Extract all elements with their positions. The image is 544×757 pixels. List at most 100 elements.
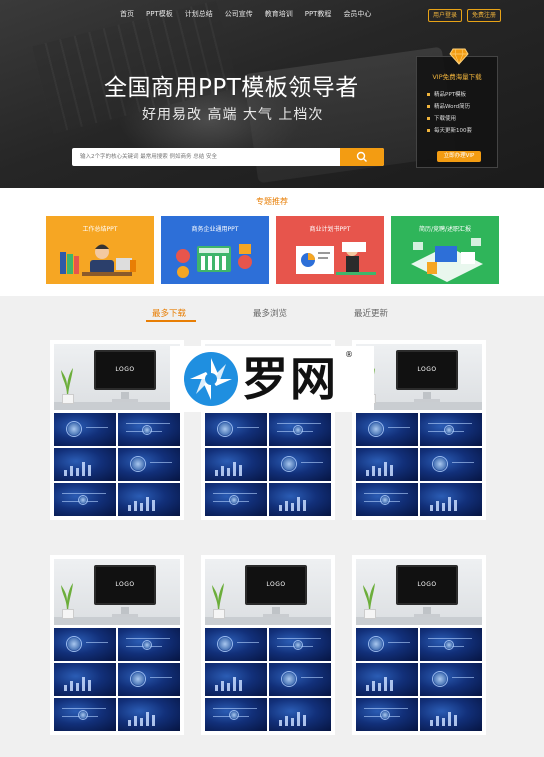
bullet-icon	[427, 104, 430, 108]
hero-title: 全国商用PPT模板领导者	[104, 75, 359, 101]
slide-preview	[205, 483, 267, 516]
monitor: LOGO	[396, 565, 458, 605]
active-tab-underline	[146, 320, 196, 322]
tab-most-downloaded[interactable]: 最多下载	[152, 307, 186, 319]
slide-preview	[205, 413, 267, 446]
slide-preview	[356, 483, 418, 516]
topic-resume-report[interactable]: 简历/竞聘/述职汇报	[391, 216, 499, 284]
slide-preview	[205, 448, 267, 481]
template-card[interactable]: LOGO	[352, 555, 486, 735]
slide-previews	[205, 413, 331, 516]
template-cover-thumbnail: LOGO	[54, 344, 180, 410]
plant-icon	[363, 583, 375, 611]
topics-title: 专题推荐	[256, 197, 288, 206]
topic-business-plan[interactable]: 商业计划书PPT	[276, 216, 384, 284]
template-card[interactable]: LOGO	[50, 555, 184, 735]
vip-apply-button[interactable]: 立即办理VIP	[437, 151, 481, 162]
nav-ppt-templates[interactable]: PPT模板	[146, 9, 173, 19]
slide-preview	[269, 628, 331, 661]
slide-previews	[54, 628, 180, 731]
template-cover-thumbnail: LOGO	[54, 559, 180, 625]
template-card[interactable]: LOGO	[50, 340, 184, 520]
aperture-logo-icon	[184, 352, 238, 406]
slide-preview	[205, 698, 267, 731]
template-cover-thumbnail: LOGO	[205, 559, 331, 625]
vip-card: VIP免费海量下载 精品PPT模板 精品Word简历 下载使用 每天更新100套…	[416, 48, 498, 168]
login-button[interactable]: 用户登录	[428, 9, 463, 22]
logo-placeholder: LOGO	[417, 581, 437, 588]
plant-pot	[213, 609, 225, 619]
logo-placeholder: LOGO	[115, 366, 135, 373]
slide-preview	[54, 483, 116, 516]
registered-mark: ®	[345, 350, 353, 359]
plant-icon	[61, 583, 73, 611]
nav-education[interactable]: 教育培训	[265, 9, 293, 19]
plant-pot	[364, 609, 376, 619]
nav-plan-summary[interactable]: 计划总结	[185, 9, 213, 19]
slide-preview	[54, 698, 116, 731]
slide-preview	[356, 663, 418, 696]
watermark: 罗网 ®	[170, 346, 374, 412]
monitor-base	[112, 399, 138, 402]
slide-preview	[269, 448, 331, 481]
slide-preview	[420, 663, 482, 696]
tab-recently-updated[interactable]: 最近更新	[354, 307, 388, 319]
slide-preview	[118, 483, 180, 516]
presenter-illustration	[296, 242, 376, 275]
slide-preview	[420, 628, 482, 661]
slide-preview	[420, 483, 482, 516]
slide-preview	[54, 448, 116, 481]
slide-preview	[269, 698, 331, 731]
slide-preview	[54, 413, 116, 446]
slide-preview	[118, 663, 180, 696]
vip-benefits: 精品PPT模板 精品Word简历 下载使用 每天更新100套	[427, 88, 472, 136]
nav-ppt-tutorial[interactable]: PPT教程	[305, 9, 332, 19]
search-button[interactable]	[340, 148, 384, 166]
nav-company-promo[interactable]: 公司宣传	[225, 9, 253, 19]
nav-home[interactable]: 首页	[120, 9, 134, 19]
slide-preview	[420, 698, 482, 731]
slide-preview	[356, 448, 418, 481]
slide-preview	[420, 448, 482, 481]
hero-banner: 首页 PPT模板 计划总结 公司宣传 教育培训 PPT教程 会员中心 用户登录 …	[0, 0, 544, 188]
vip-title: VIP免费海量下载	[432, 73, 482, 81]
bullet-icon	[427, 116, 430, 120]
monitor-base	[263, 614, 289, 617]
slide-preview	[269, 663, 331, 696]
slide-preview	[356, 698, 418, 731]
plant-pot	[62, 609, 74, 619]
monitor: LOGO	[396, 350, 458, 390]
topic-work-summary[interactable]: 工作总结PPT	[46, 216, 154, 284]
plant-icon	[61, 368, 73, 396]
slide-previews	[356, 413, 482, 516]
vip-benefit: 每天更新100套	[427, 124, 472, 136]
workspace-illustration	[411, 238, 483, 282]
monitor: LOGO	[94, 350, 156, 390]
monitor: LOGO	[245, 565, 307, 605]
slide-preview	[269, 413, 331, 446]
shopping-illustration	[176, 244, 252, 278]
template-cover-thumbnail: LOGO	[356, 559, 482, 625]
slide-previews	[54, 413, 180, 516]
monitor: LOGO	[94, 565, 156, 605]
plant-pot	[62, 394, 74, 404]
slide-preview	[356, 413, 418, 446]
logo-placeholder: LOGO	[266, 581, 286, 588]
template-card[interactable]: LOGO	[201, 555, 335, 735]
topic-business-general[interactable]: 商务企业通用PPT	[161, 216, 269, 284]
slide-previews	[205, 628, 331, 731]
slide-preview	[269, 483, 331, 516]
logo-placeholder: LOGO	[417, 366, 437, 373]
bullet-icon	[427, 92, 430, 96]
register-button[interactable]: 免费注册	[467, 9, 502, 22]
template-cover-thumbnail: LOGO	[356, 344, 482, 410]
tab-most-viewed[interactable]: 最多浏览	[253, 307, 287, 319]
nav-member-center[interactable]: 会员中心	[343, 9, 371, 19]
search-input[interactable]	[72, 148, 342, 166]
slide-preview	[118, 698, 180, 731]
watermark-text: 罗网	[242, 352, 338, 406]
vip-benefit: 下载使用	[427, 112, 472, 124]
vip-benefit: 精品Word简历	[427, 100, 472, 112]
slide-previews	[356, 628, 482, 731]
slide-preview	[118, 413, 180, 446]
